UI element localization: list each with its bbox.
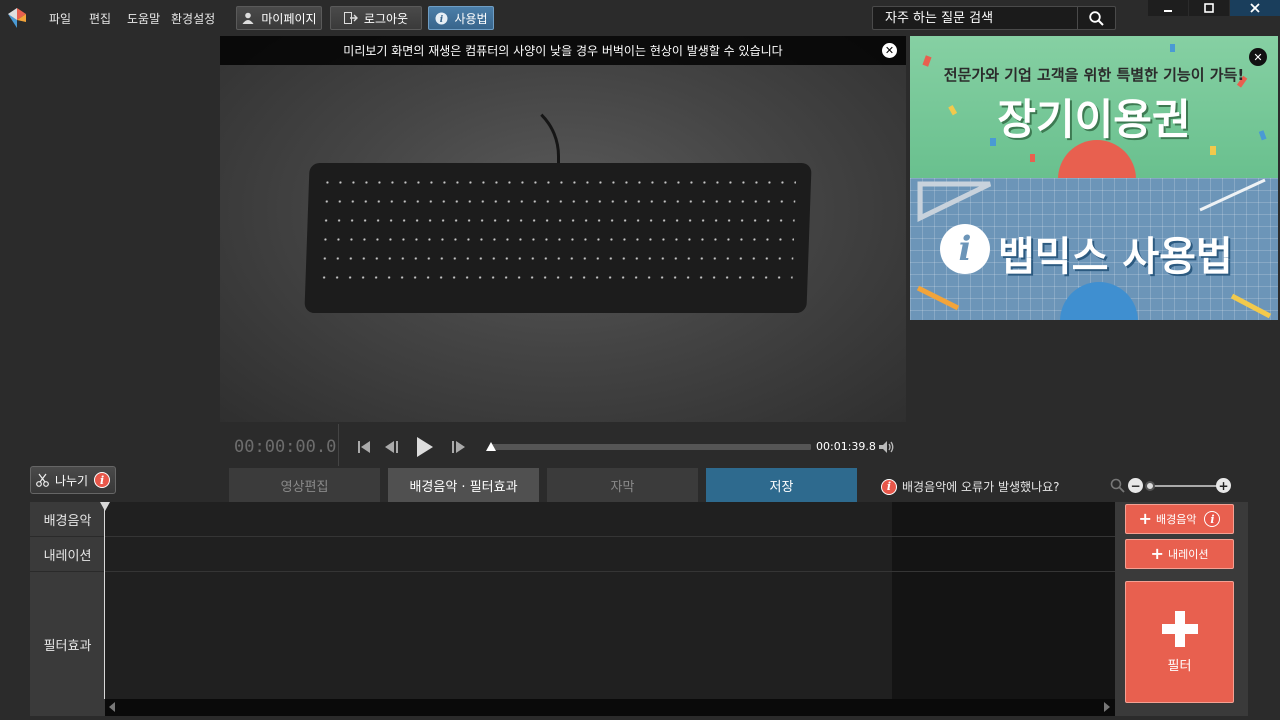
add-bgm-label: 배경음악 xyxy=(1155,513,1197,526)
split-button[interactable]: 나누기 i xyxy=(30,466,116,494)
search-button[interactable] xyxy=(1077,7,1115,29)
volume-button[interactable] xyxy=(878,437,896,457)
menu-settings[interactable]: 환경설정 xyxy=(171,10,215,27)
faq-search-input[interactable] xyxy=(873,7,1079,29)
ad1-subtitle: 전문가와 기업 고객을 위한 특별한 기능이 가득! xyxy=(943,66,1245,84)
add-filter-button[interactable]: 필터 xyxy=(1125,581,1234,703)
mypage-button[interactable]: 마이페이지 xyxy=(236,6,322,30)
prev-frame-button[interactable] xyxy=(382,437,400,457)
preview-notice: 미리보기 화면의 재생은 컴퓨터의 사양이 낮을 경우 버벅이는 현상이 발생할… xyxy=(220,36,906,65)
mypage-label: 마이페이지 xyxy=(261,11,317,26)
ad1-title: 장기이용권 xyxy=(997,95,1191,144)
playback-knob[interactable] xyxy=(486,442,496,451)
howto-button[interactable]: i 사용법 xyxy=(428,6,494,30)
play-icon xyxy=(417,437,433,457)
track-label-bgm: 배경음악 xyxy=(30,502,105,537)
split-label: 나누기 xyxy=(54,473,89,488)
plus-icon: + xyxy=(1218,478,1229,493)
skip-start-button[interactable] xyxy=(356,437,372,457)
add-plus-icon: + xyxy=(1138,509,1152,528)
split-info-icon[interactable]: i xyxy=(94,472,111,488)
tab-video-edit[interactable]: 영상편집 xyxy=(229,468,380,502)
ad-close-icon[interactable]: ✕ xyxy=(1249,48,1267,66)
add-filter-label: 필터 xyxy=(1167,658,1192,674)
controls-divider xyxy=(338,424,339,466)
bgm-error-info-icon: i xyxy=(881,478,897,495)
notice-close-icon[interactable]: ✕ xyxy=(882,43,897,58)
timeline-end-zone xyxy=(892,502,1115,699)
add-narration-button[interactable]: + 내레이션 xyxy=(1125,539,1234,569)
track-divider xyxy=(105,536,1115,537)
logout-icon xyxy=(343,11,358,25)
next-frame-button[interactable] xyxy=(450,437,468,457)
next-frame-icon xyxy=(452,441,465,453)
zoom-in-button[interactable]: + xyxy=(1216,478,1231,493)
howto-label: 사용법 xyxy=(454,11,488,26)
app-logo-icon xyxy=(8,8,26,28)
search-icon xyxy=(1089,10,1104,26)
add-narration-label: 내레이션 xyxy=(1167,548,1209,561)
prev-frame-icon xyxy=(385,441,398,453)
tab-subtitles[interactable]: 자막 xyxy=(547,468,698,502)
logout-label: 로그아웃 xyxy=(363,11,409,26)
zoom-slider[interactable] xyxy=(1146,485,1218,487)
minus-icon: − xyxy=(1130,478,1141,493)
total-time: 00:01:39.8 xyxy=(816,440,876,453)
menu-help[interactable]: 도움말 xyxy=(127,10,160,27)
add-bgm-info-icon[interactable]: i xyxy=(1204,511,1221,527)
timeline-scrollbar[interactable] xyxy=(105,699,1115,716)
track-label-narration: 내레이션 xyxy=(30,537,105,572)
minimize-button[interactable] xyxy=(1148,0,1188,16)
preview-keys xyxy=(317,173,797,293)
close-icon xyxy=(1250,3,1260,13)
track-label-filter: 필터효과 xyxy=(30,572,105,716)
maximize-button[interactable] xyxy=(1189,0,1229,16)
minimize-icon xyxy=(1164,10,1172,12)
timeline-playhead[interactable] xyxy=(104,502,105,699)
faq-search xyxy=(872,6,1116,30)
maximize-icon xyxy=(1204,3,1214,13)
logout-button[interactable]: 로그아웃 xyxy=(330,6,422,30)
ad-howto-guide[interactable]: i 뱁믹스 사용법 xyxy=(910,178,1278,320)
preview-keyboard-image xyxy=(304,163,812,313)
volume-icon xyxy=(879,441,894,453)
info-icon: i xyxy=(434,11,448,25)
tab-bgm-filter[interactable]: 배경음악 · 필터효과 xyxy=(388,468,539,502)
zoom-slider-knob[interactable] xyxy=(1145,481,1155,491)
current-time: 00:00:00.0 xyxy=(234,437,337,457)
svg-text:i: i xyxy=(440,15,444,25)
scroll-right-arrow[interactable] xyxy=(1104,702,1110,712)
track-divider xyxy=(105,571,1115,572)
user-icon xyxy=(241,11,255,25)
preview-notice-text: 미리보기 화면의 재생은 컴퓨터의 사양이 낮을 경우 버벅이는 현상이 발생할… xyxy=(343,44,783,58)
scissors-icon xyxy=(36,473,49,487)
skip-start-icon xyxy=(358,441,370,453)
play-button[interactable] xyxy=(414,437,436,457)
zoom-out-button[interactable]: − xyxy=(1128,478,1143,493)
zoom-search-icon xyxy=(1110,478,1125,493)
scroll-left-arrow[interactable] xyxy=(109,702,115,712)
menu-file[interactable]: 파일 xyxy=(49,10,71,27)
ad-long-term-pass[interactable]: 전문가와 기업 고객을 위한 특별한 기능이 가득! 장기이용권 xyxy=(910,36,1278,178)
bgm-error-link[interactable]: i 배경음악에 오류가 발생했나요? xyxy=(881,478,1060,495)
menu-edit[interactable]: 편집 xyxy=(89,10,111,27)
add-bgm-button[interactable]: + 배경음악 i xyxy=(1125,504,1234,534)
add-plus-icon: + xyxy=(1150,544,1164,563)
playback-progress-bar[interactable] xyxy=(491,444,811,450)
video-preview[interactable]: 미리보기 화면의 재생은 컴퓨터의 사양이 낮을 경우 버벅이는 현상이 발생할… xyxy=(220,36,906,422)
tab-save[interactable]: 저장 xyxy=(706,468,857,502)
large-plus-icon xyxy=(1161,610,1198,647)
playhead-handle[interactable] xyxy=(100,502,110,511)
close-button[interactable] xyxy=(1230,0,1280,16)
bgm-error-text: 배경음악에 오류가 발생했나요? xyxy=(902,480,1060,494)
